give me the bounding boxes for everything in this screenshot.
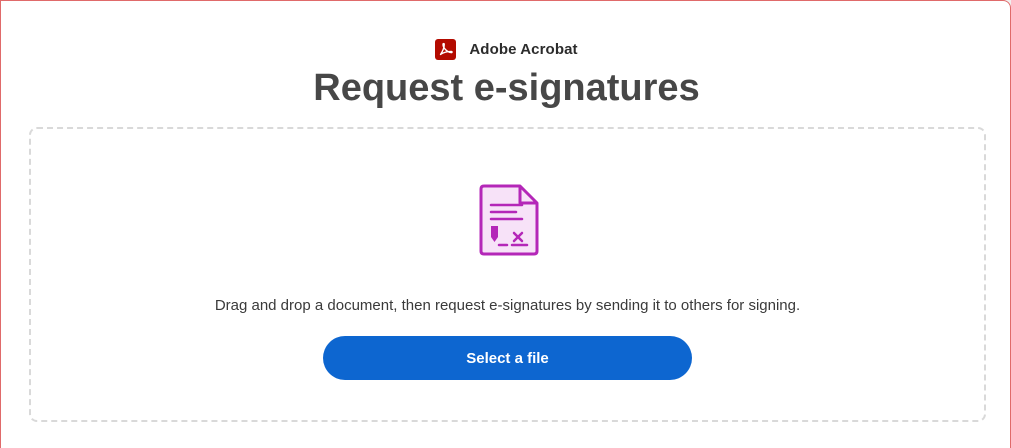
file-dropzone[interactable]: Drag and drop a document, then request e… (29, 127, 986, 422)
brand-name: Adobe Acrobat (469, 41, 578, 58)
adobe-acrobat-logo-icon (435, 39, 457, 60)
brand-header: Adobe Acrobat (1, 39, 1011, 60)
document-signature-icon (478, 183, 540, 257)
dropzone-description: Drag and drop a document, then request e… (214, 297, 801, 314)
app-frame: Adobe Acrobat Request e-signatures Drag … (0, 0, 1011, 448)
page-title: Request e-signatures (313, 67, 700, 109)
select-file-button[interactable]: Select a file (323, 336, 692, 380)
